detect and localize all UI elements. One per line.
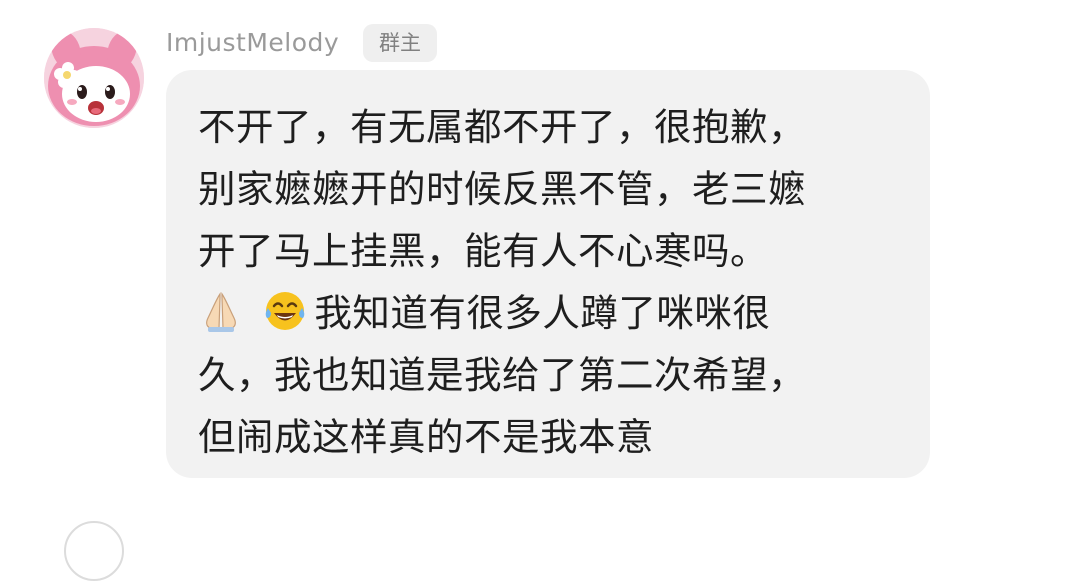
message-line-text: 我知道有很多人蹲了咪咪很 — [314, 291, 771, 335]
message-bubble[interactable]: 不开了，有无属都不开了，很抱歉， 别家嬷嬷开的时候反黑不管，老三嬷 开了马上挂黑… — [166, 70, 930, 478]
message-line: 别家嬷嬷开的时候反黑不管，老三嬷 — [198, 167, 806, 211]
sender-name[interactable]: ImjustMelody — [166, 26, 339, 60]
my-melody-avatar-icon — [44, 28, 144, 128]
message-line-with-emoji: 我知道有很多人蹲了咪咪很 — [198, 282, 906, 344]
message-line: 不开了，有无属都不开了，很抱歉， — [198, 105, 806, 149]
message-line: 但闹成这样真的不是我本意 — [198, 415, 654, 459]
next-message-avatar[interactable] — [64, 521, 124, 581]
owner-role-badge: 群主 — [363, 24, 437, 62]
sender-avatar[interactable] — [44, 28, 144, 128]
folded-hands-icon — [198, 288, 244, 334]
tears-of-joy-icon — [262, 288, 308, 334]
message-line: 开了马上挂黑，能有人不心寒吗。 — [198, 229, 768, 273]
message-line: 久，我也知道是我给了第二次希望， — [198, 353, 806, 397]
